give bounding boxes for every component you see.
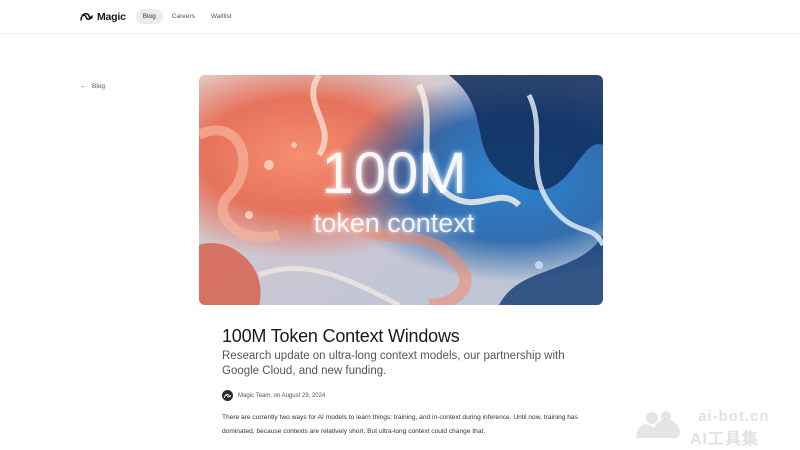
back-link-label: Blog [92, 83, 106, 90]
byline-text: Magic Team, on August 29, 2024 [238, 392, 326, 399]
article-body: There are currently two ways for AI mode… [222, 411, 597, 438]
byline: Magic Team, on August 29, 2024 [222, 390, 325, 401]
magic-logo-icon [80, 12, 93, 21]
nav-link-careers[interactable]: Careers [165, 9, 202, 24]
watermark-bottom: AI工具集 [690, 431, 760, 448]
hero-subline: token context [314, 208, 475, 238]
watermark: ai-bot.cn AI工具集 [632, 406, 792, 448]
brand-name: Magic [97, 10, 126, 23]
article-subtitle: Research update on ultra-long context mo… [222, 350, 565, 377]
fluid-art-illustration: 100M token context [199, 75, 603, 305]
watermark-logo-icon [636, 411, 681, 439]
nav-link-waitlist[interactable]: Waitlist [204, 9, 239, 24]
watermark-top: ai-bot.cn [698, 408, 770, 425]
arrow-left-icon: ← [80, 83, 87, 90]
top-nav: Magic Blog Careers Waitlist [0, 0, 800, 34]
article-paragraph: There are currently two ways for AI mode… [222, 414, 578, 435]
nav-link-blog[interactable]: Blog [135, 9, 163, 24]
page: Magic Blog Careers Waitlist ← Blog 100M … [0, 0, 800, 450]
back-to-blog-link[interactable]: ← Blog [80, 83, 105, 90]
article-title: 100M Token Context Windows [222, 326, 460, 346]
author-avatar [222, 390, 233, 401]
hero-headline: 100M [321, 141, 466, 206]
magic-logo-icon [224, 393, 231, 398]
brand[interactable]: Magic [80, 11, 126, 23]
hero-image: 100M token context [199, 75, 603, 305]
